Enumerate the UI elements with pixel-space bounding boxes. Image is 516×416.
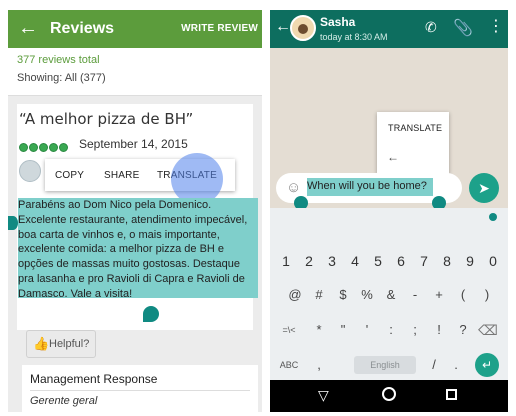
responder-role: Gerente geral bbox=[30, 395, 98, 407]
key-close-paren[interactable]: ) bbox=[476, 280, 498, 310]
reviews-total-link[interactable]: 377 reviews total bbox=[17, 54, 100, 66]
key-1[interactable]: 1 bbox=[275, 246, 297, 276]
reviews-summary: 377 reviews total Showing: All (377) bbox=[8, 48, 262, 96]
bottom-key-row: ABC , English / . ↵ bbox=[270, 350, 508, 380]
share-menu-item[interactable]: SHARE bbox=[104, 170, 139, 181]
back-arrow-icon[interactable]: ← bbox=[18, 17, 38, 39]
key-plus[interactable]: + bbox=[428, 280, 450, 310]
page-title: Reviews bbox=[50, 20, 115, 37]
key-3[interactable]: 3 bbox=[321, 246, 343, 276]
key-exclamation[interactable]: ! bbox=[428, 315, 450, 345]
key-double-quote[interactable]: " bbox=[332, 315, 354, 345]
app-bar: ← Reviews WRITE REVIEW bbox=[8, 10, 262, 48]
chat-app-bar: ← Sasha today at 8:30 AM ✆ 📎 ⋮ bbox=[270, 10, 508, 48]
key-slash[interactable]: / bbox=[424, 350, 444, 380]
nav-home-icon[interactable] bbox=[382, 387, 396, 401]
key-question[interactable]: ? bbox=[452, 315, 474, 345]
review-title: “A melhor pizza de BH” bbox=[19, 110, 194, 128]
more-symbols-key[interactable]: =\< bbox=[274, 315, 304, 345]
key-single-quote[interactable]: ' bbox=[356, 315, 378, 345]
star-icon bbox=[29, 143, 38, 152]
backspace-icon[interactable]: ⌫ bbox=[476, 315, 500, 345]
back-arrow-icon[interactable]: ← bbox=[275, 18, 291, 36]
abc-key[interactable]: ABC bbox=[274, 350, 304, 380]
space-bar[interactable]: English bbox=[354, 356, 416, 374]
soft-keyboard: 1 2 3 4 5 6 7 8 9 0 @ # $ % & - + ( ) =\… bbox=[270, 208, 508, 380]
symbol-row-1: @ # $ % & - + ( ) bbox=[270, 280, 508, 310]
key-colon[interactable]: : bbox=[380, 315, 402, 345]
key-comma[interactable]: , bbox=[308, 350, 330, 380]
write-review-button[interactable]: WRITE REVIEW bbox=[181, 23, 258, 34]
star-icon bbox=[19, 143, 28, 152]
selection-start-handle[interactable] bbox=[8, 216, 18, 230]
contact-name[interactable]: Sasha bbox=[320, 15, 355, 29]
star-icon bbox=[59, 143, 68, 152]
copy-menu-item[interactable]: COPY bbox=[55, 170, 84, 181]
selected-review-text[interactable]: Parabéns ao Dom Nico pela Domenico. Exce… bbox=[18, 198, 258, 300]
management-response-title: Management Response bbox=[30, 372, 158, 386]
key-open-paren[interactable]: ( bbox=[452, 280, 474, 310]
key-period[interactable]: . bbox=[446, 350, 466, 380]
keyboard-toggle-icon[interactable] bbox=[489, 213, 497, 221]
enter-key[interactable]: ↵ bbox=[475, 353, 499, 377]
review-date: September 14, 2015 bbox=[79, 137, 188, 151]
star-icon bbox=[39, 143, 48, 152]
key-8[interactable]: 8 bbox=[436, 246, 458, 276]
nav-recents-icon[interactable] bbox=[446, 389, 457, 400]
reviews-screen: ← Reviews WRITE REVIEW 377 reviews total… bbox=[8, 10, 262, 412]
rating-stars bbox=[19, 139, 69, 152]
avatar-face bbox=[298, 24, 308, 34]
divider bbox=[30, 390, 250, 391]
thumbs-up-icon: 👍 bbox=[33, 336, 50, 351]
selection-end-handle[interactable] bbox=[143, 306, 159, 322]
send-button[interactable]: ➤ bbox=[469, 173, 499, 203]
key-dollar[interactable]: $ bbox=[332, 280, 354, 310]
last-seen-status: today at 8:30 AM bbox=[320, 32, 388, 42]
review-text: Parabéns ao Dom Nico pela Domenico. Exce… bbox=[18, 199, 248, 300]
call-icon[interactable]: ✆ bbox=[425, 19, 437, 36]
key-5[interactable]: 5 bbox=[367, 246, 389, 276]
paperclip-icon[interactable]: 📎 bbox=[453, 18, 473, 38]
key-asterisk[interactable]: * bbox=[308, 315, 330, 345]
smiley-icon[interactable]: ☺ bbox=[286, 179, 301, 196]
helpful-button[interactable]: 👍 Helpful? bbox=[26, 330, 96, 358]
system-nav-bar: ▽ bbox=[270, 380, 508, 412]
key-percent[interactable]: % bbox=[356, 280, 378, 310]
management-response: Management Response Gerente geral bbox=[22, 365, 258, 412]
send-icon: ➤ bbox=[478, 180, 490, 196]
nav-back-icon[interactable]: ▽ bbox=[318, 387, 329, 404]
key-4[interactable]: 4 bbox=[344, 246, 366, 276]
key-semicolon[interactable]: ; bbox=[404, 315, 426, 345]
key-6[interactable]: 6 bbox=[390, 246, 412, 276]
popup-back-icon[interactable]: ← bbox=[387, 150, 399, 164]
star-icon bbox=[49, 143, 58, 152]
reviewer-avatar bbox=[19, 160, 41, 182]
chat-screen: ← Sasha today at 8:30 AM ✆ 📎 ⋮ TRANSLATE… bbox=[270, 10, 508, 412]
number-row: 1 2 3 4 5 6 7 8 9 0 bbox=[270, 246, 508, 276]
helpful-label: Helpful? bbox=[49, 338, 90, 350]
filter-label[interactable]: Showing: All (377) bbox=[17, 72, 106, 84]
symbol-row-2: =\< * " ' : ; ! ? ⌫ bbox=[270, 315, 508, 345]
more-vert-icon[interactable]: ⋮ bbox=[488, 16, 504, 36]
translate-popup: TRANSLATE ← bbox=[377, 112, 449, 174]
key-7[interactable]: 7 bbox=[413, 246, 435, 276]
key-0[interactable]: 0 bbox=[482, 246, 504, 276]
key-minus[interactable]: - bbox=[404, 280, 426, 310]
key-hash[interactable]: # bbox=[308, 280, 330, 310]
key-9[interactable]: 9 bbox=[459, 246, 481, 276]
translate-menu-item[interactable]: TRANSLATE bbox=[388, 123, 442, 133]
key-ampersand[interactable]: & bbox=[380, 280, 402, 310]
key-2[interactable]: 2 bbox=[298, 246, 320, 276]
key-at[interactable]: @ bbox=[284, 280, 306, 310]
message-input-text: When will you be home? bbox=[307, 180, 427, 192]
contact-avatar[interactable] bbox=[290, 15, 316, 41]
